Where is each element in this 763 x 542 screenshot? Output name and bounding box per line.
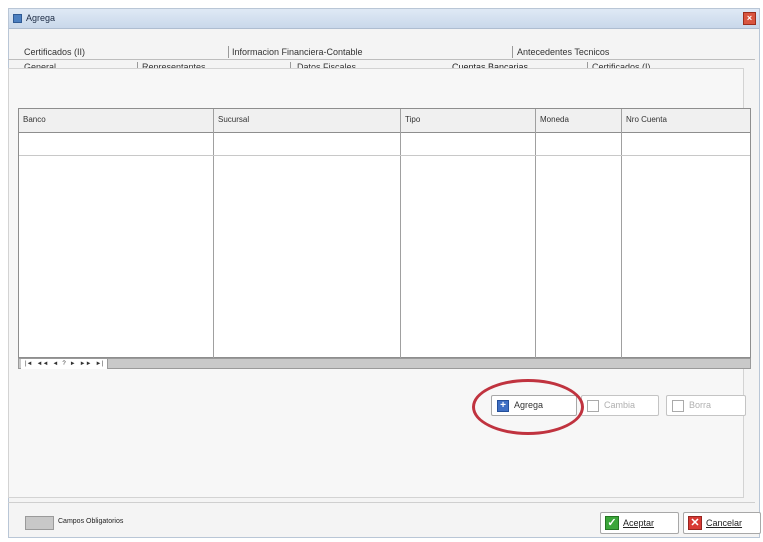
delete-button[interactable]: Borra bbox=[666, 395, 746, 416]
required-fields-label: Campos Obligatorios bbox=[58, 518, 124, 525]
first-record-button[interactable]: |◄ bbox=[25, 360, 33, 369]
next-page-button[interactable]: ►► bbox=[80, 360, 92, 369]
column-header-tipo[interactable]: Tipo bbox=[401, 109, 420, 133]
check-icon: ✓ bbox=[605, 516, 619, 530]
prev-page-button[interactable]: ◄◄ bbox=[37, 360, 49, 369]
x-icon: ✕ bbox=[688, 516, 702, 530]
tab-divider bbox=[8, 59, 755, 60]
column-divider bbox=[400, 109, 401, 359]
edit-icon bbox=[587, 400, 599, 412]
change-button[interactable]: Cambia bbox=[581, 395, 659, 416]
column-divider bbox=[535, 109, 536, 359]
tab-certificados-ii[interactable]: Certificados (II) bbox=[24, 46, 85, 59]
change-button-label: Cambia bbox=[604, 400, 636, 410]
title-bar: Agrega × bbox=[9, 9, 759, 29]
prev-record-button[interactable]: ◄ bbox=[52, 360, 58, 369]
delete-icon bbox=[672, 400, 684, 412]
grid-navigator: |◄ ◄◄ ◄ ? ► ►► ►| bbox=[18, 358, 751, 369]
column-divider bbox=[213, 109, 214, 359]
tab-antecedentes-tecnicos[interactable]: Antecedentes Tecnicos bbox=[517, 46, 609, 59]
delete-button-label: Borra bbox=[689, 400, 712, 410]
tab-separator bbox=[228, 46, 229, 58]
last-record-button[interactable]: ►| bbox=[96, 360, 104, 369]
footer-divider bbox=[8, 502, 755, 503]
column-header-moneda[interactable]: Moneda bbox=[536, 109, 569, 133]
column-header-nro-cuenta[interactable]: Nro Cuenta bbox=[622, 109, 667, 133]
column-header-banco[interactable]: Banco bbox=[19, 109, 46, 133]
required-fields-swatch bbox=[25, 516, 54, 530]
app-icon bbox=[13, 14, 22, 23]
accept-button-label: Aceptar bbox=[623, 518, 655, 528]
tab-informacion-financiera[interactable]: Informacion Financiera-Contable bbox=[232, 46, 363, 59]
column-header-sucursal[interactable]: Sucursal bbox=[214, 109, 249, 133]
highlight-annotation bbox=[472, 379, 584, 435]
bank-accounts-grid[interactable]: Banco Sucursal Tipo Moneda Nro Cuenta bbox=[18, 108, 751, 359]
close-button[interactable]: × bbox=[743, 12, 756, 25]
next-record-button[interactable]: ► bbox=[70, 360, 76, 369]
tab-separator bbox=[512, 46, 513, 58]
grid-header: Banco Sucursal Tipo Moneda Nro Cuenta bbox=[19, 109, 750, 133]
accept-button[interactable]: ✓ Aceptar bbox=[600, 512, 679, 534]
cancel-button-label: Cancelar bbox=[706, 518, 743, 528]
column-divider bbox=[621, 109, 622, 359]
record-help-button[interactable]: ? bbox=[62, 360, 65, 369]
window-title: Agrega bbox=[26, 13, 56, 23]
navigator-buttons: |◄ ◄◄ ◄ ? ► ►► ►| bbox=[21, 359, 109, 369]
cancel-button[interactable]: ✕ Cancelar bbox=[683, 512, 761, 534]
table-row[interactable] bbox=[19, 155, 750, 156]
